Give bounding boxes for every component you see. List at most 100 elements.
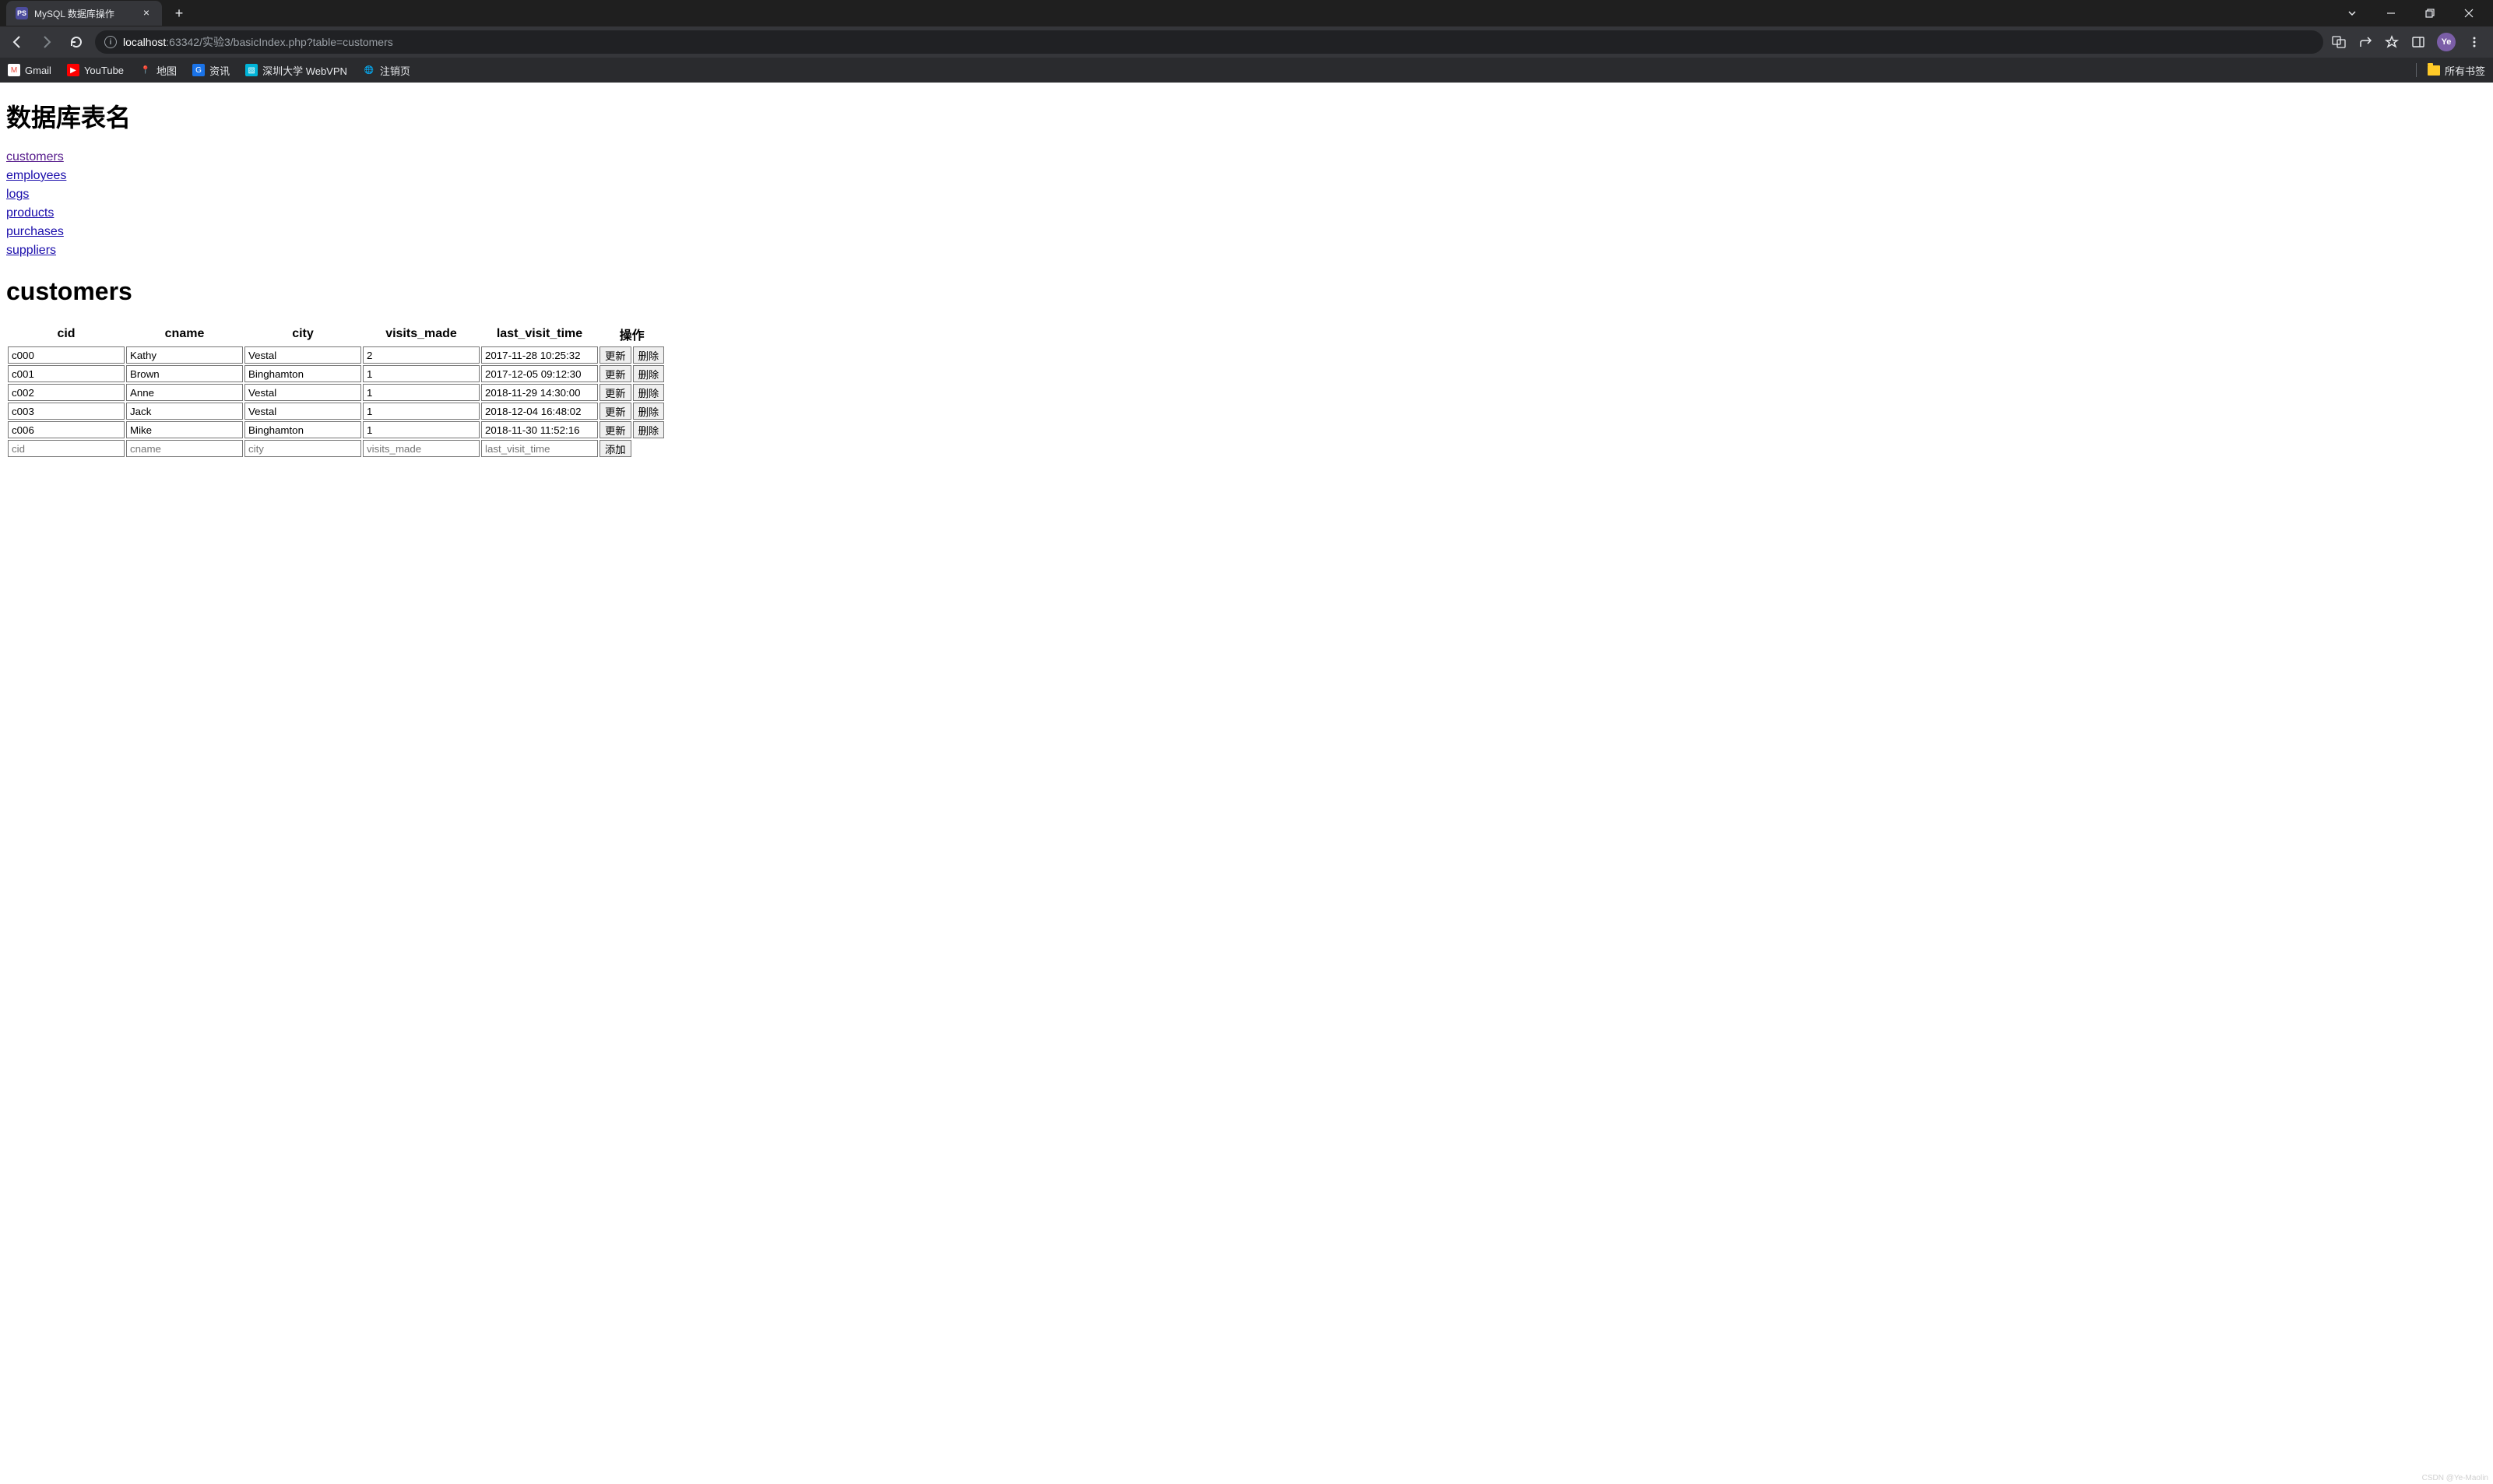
cell-input-city[interactable] — [244, 365, 361, 382]
cell-input-city[interactable] — [244, 384, 361, 401]
update-button[interactable]: 更新 — [600, 421, 631, 438]
bookmark-label: Gmail — [25, 65, 51, 76]
delete-button[interactable]: 删除 — [633, 384, 665, 401]
cell-input-visits_made[interactable] — [363, 384, 480, 401]
cell-input-city[interactable] — [244, 403, 361, 420]
cell-input-visits_made[interactable] — [363, 403, 480, 420]
data-table: cidcnamecityvisits_madelast_visit_time操作… — [6, 322, 666, 459]
cell-input-last_visit_time[interactable] — [481, 384, 598, 401]
tab-title: MySQL 数据库操作 — [34, 7, 114, 20]
table-link[interactable]: suppliers — [6, 241, 56, 260]
maximize-icon[interactable] — [2412, 1, 2448, 26]
cell-input-cid[interactable] — [8, 403, 125, 420]
address-bar[interactable]: i localhost:63342/实验3/basicIndex.php?tab… — [95, 30, 2323, 54]
menu-icon[interactable] — [2467, 34, 2482, 50]
bookmark-icon: 📍 — [139, 64, 152, 76]
add-input-cname[interactable] — [126, 440, 243, 457]
cell-input-visits_made[interactable] — [363, 421, 480, 438]
url-text: localhost:63342/实验3/basicIndex.php?table… — [123, 34, 393, 50]
cell-input-visits_made[interactable] — [363, 365, 480, 382]
cell-input-cid[interactable] — [8, 346, 125, 364]
cell-input-cname[interactable] — [126, 365, 243, 382]
table-row: 更新删除 — [8, 346, 664, 364]
bookmark-item[interactable]: 🌐 注销页 — [363, 63, 410, 78]
folder-icon — [2428, 65, 2440, 76]
cell-input-city[interactable] — [244, 421, 361, 438]
bookmark-item[interactable]: ▧深圳大学 WebVPN — [245, 63, 347, 78]
add-input-last_visit_time[interactable] — [481, 440, 598, 457]
add-input-city[interactable] — [244, 440, 361, 457]
cell-input-last_visit_time[interactable] — [481, 365, 598, 382]
add-input-cid[interactable] — [8, 440, 125, 457]
bookmark-icon: M — [8, 64, 20, 76]
translate-icon[interactable] — [2331, 34, 2347, 50]
bookmarks-bar: M Gmail ▶YouTube 📍 地图 G 资讯 ▧深圳大学 WebVPN 🌐 注销页 所有书… — [0, 58, 2493, 83]
share-icon[interactable] — [2358, 34, 2373, 50]
cell-input-cid[interactable] — [8, 421, 125, 438]
cell-input-last_visit_time[interactable] — [481, 346, 598, 364]
bookmark-item[interactable]: M Gmail — [8, 64, 51, 76]
bookmark-label: 注销页 — [380, 63, 410, 78]
delete-button[interactable]: 删除 — [633, 346, 665, 364]
bookmark-icon: ▧ — [245, 64, 258, 76]
cell-input-cname[interactable] — [126, 384, 243, 401]
table-link[interactable]: logs — [6, 185, 29, 204]
forward-button[interactable] — [36, 31, 58, 53]
watermark: CSDN @Ye-Maolin — [2422, 1474, 2488, 1482]
page-content: 数据库表名 customersemployeeslogsproductspurc… — [0, 83, 2493, 465]
cell-input-city[interactable] — [244, 346, 361, 364]
update-button[interactable]: 更新 — [600, 365, 631, 382]
tab-search-icon[interactable] — [2334, 1, 2370, 26]
cell-input-cid[interactable] — [8, 384, 125, 401]
bookmark-icon: 🌐 — [363, 64, 375, 76]
table-row: 更新删除 — [8, 384, 664, 401]
back-button[interactable] — [6, 31, 28, 53]
profile-avatar[interactable]: Ye — [2437, 33, 2456, 51]
bookmark-item[interactable]: 📍 地图 — [139, 63, 177, 78]
browser-chrome: PS MySQL 数据库操作 × + i localhost:63342/实验3… — [0, 0, 2493, 83]
add-button[interactable]: 添加 — [600, 440, 631, 457]
bookmark-label: 资讯 — [209, 63, 230, 78]
table-link[interactable]: products — [6, 204, 54, 223]
toolbar-right: Ye — [2331, 33, 2487, 51]
delete-button[interactable]: 删除 — [633, 421, 665, 438]
site-info-icon[interactable]: i — [104, 36, 117, 48]
column-header: visits_made — [363, 323, 480, 345]
cell-input-last_visit_time[interactable] — [481, 421, 598, 438]
separator — [2416, 63, 2417, 77]
table-body: 更新删除更新删除更新删除更新删除更新删除添加 — [8, 346, 664, 457]
all-bookmarks-button[interactable]: 所有书签 — [2428, 63, 2485, 78]
cell-input-cname[interactable] — [126, 421, 243, 438]
header-row: cidcnamecityvisits_madelast_visit_time操作 — [8, 323, 664, 345]
close-window-icon[interactable] — [2451, 1, 2487, 26]
update-button[interactable]: 更新 — [600, 346, 631, 364]
update-button[interactable]: 更新 — [600, 403, 631, 420]
bookmark-star-icon[interactable] — [2384, 34, 2400, 50]
bookmark-item[interactable]: G 资讯 — [192, 63, 230, 78]
cell-input-visits_made[interactable] — [363, 346, 480, 364]
new-tab-button[interactable]: + — [168, 2, 190, 24]
side-panel-icon[interactable] — [2410, 34, 2426, 50]
table-link[interactable]: purchases — [6, 223, 64, 241]
close-tab-icon[interactable]: × — [140, 7, 153, 19]
cell-input-cname[interactable] — [126, 346, 243, 364]
bookmark-label: 地图 — [156, 63, 177, 78]
all-bookmarks-label: 所有书签 — [2445, 63, 2485, 78]
bookmarks-right: 所有书签 — [2411, 63, 2485, 78]
cell-input-last_visit_time[interactable] — [481, 403, 598, 420]
bookmark-item[interactable]: ▶YouTube — [67, 64, 124, 76]
cell-input-cid[interactable] — [8, 365, 125, 382]
add-input-visits_made[interactable] — [363, 440, 480, 457]
bookmark-icon: G — [192, 64, 205, 76]
update-button[interactable]: 更新 — [600, 384, 631, 401]
browser-tab[interactable]: PS MySQL 数据库操作 × — [6, 1, 162, 26]
table-link[interactable]: customers — [6, 148, 64, 167]
delete-button[interactable]: 删除 — [633, 365, 665, 382]
column-header: cid — [8, 323, 125, 345]
cell-input-cname[interactable] — [126, 403, 243, 420]
reload-button[interactable] — [65, 31, 87, 53]
minimize-icon[interactable] — [2373, 1, 2409, 26]
favicon-icon: PS — [16, 7, 28, 19]
table-link[interactable]: employees — [6, 167, 66, 185]
delete-button[interactable]: 删除 — [633, 403, 665, 420]
